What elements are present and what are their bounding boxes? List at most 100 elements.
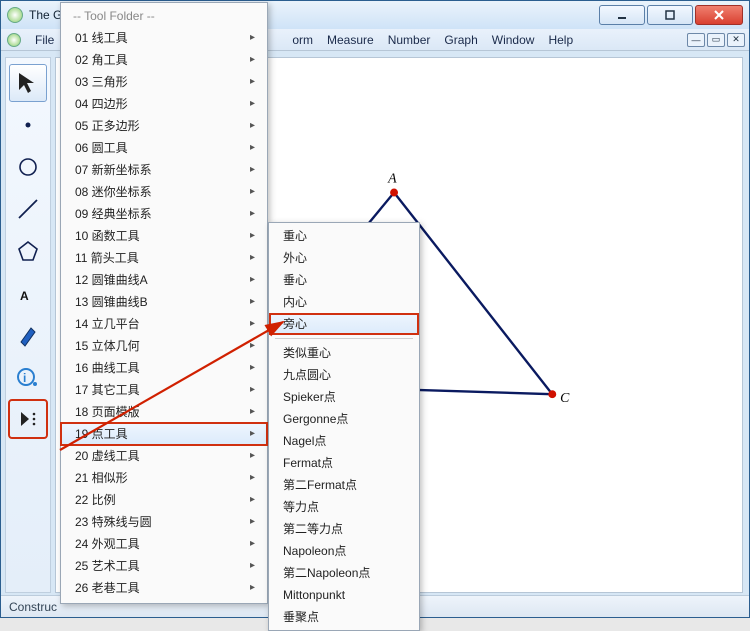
menu-item[interactable]: orm	[292, 33, 313, 47]
menu1-item-label: 25 艺术工具	[75, 558, 140, 574]
menu2-item[interactable]: Spieker点	[269, 386, 419, 408]
close-button[interactable]	[695, 5, 743, 25]
tool-info[interactable]: i	[9, 358, 47, 396]
menu1-item[interactable]: 18 页面模版 ▸	[61, 401, 267, 423]
submenu-arrow-icon: ▸	[250, 404, 255, 420]
menu-item[interactable]: Window	[492, 33, 535, 47]
menu-item[interactable]: Number	[388, 33, 431, 47]
menu1-item[interactable]: 05 正多边形▸	[61, 115, 267, 137]
menu2-item[interactable]: Nagel点	[269, 430, 419, 452]
menu1-item[interactable]: 06 圆工具▸	[61, 137, 267, 159]
vertex-a[interactable]	[390, 189, 398, 197]
menu2-item-label: 第二等力点	[283, 521, 343, 537]
menu2-item[interactable]: 类似重心	[269, 342, 419, 364]
menu2-item[interactable]: 内心	[269, 291, 419, 313]
menu2-item[interactable]: 旁心	[269, 313, 419, 335]
tool-circle[interactable]	[9, 148, 47, 186]
mdi-close-button[interactable]: ✕	[727, 33, 745, 47]
menu2-item[interactable]: 第二等力点	[269, 518, 419, 540]
mdi-restore-button[interactable]: ▭	[707, 33, 725, 47]
menu2-item[interactable]: 第二Fermat点	[269, 474, 419, 496]
tool-polygon[interactable]	[9, 232, 47, 270]
menu1-item[interactable]: 03 三角形▸	[61, 71, 267, 93]
minimize-button[interactable]	[599, 5, 645, 25]
app-icon	[7, 7, 23, 23]
menu-item[interactable]: Measure	[327, 33, 374, 47]
menu2-item[interactable]: Gergonne点	[269, 408, 419, 430]
menu1-item[interactable]: 19 点工具▸	[61, 423, 267, 445]
menu1-item-label: 11 箭头工具	[75, 250, 139, 266]
menu1-item[interactable]: 09 经典坐标系 ▸	[61, 203, 267, 225]
menu1-item[interactable]: 14 立几平台 ▸	[61, 313, 267, 335]
menu1-item[interactable]: 21 相似形▸	[61, 467, 267, 489]
menu1-item[interactable]: 24 外观工具▸	[61, 533, 267, 555]
menu1-item-label: 08 迷你坐标系	[75, 184, 152, 200]
menu1-item[interactable]: 01 线工具▸	[61, 27, 267, 49]
menu1-item[interactable]: 20 虚线工具▸	[61, 445, 267, 467]
submenu-arrow-icon: ▸	[250, 206, 255, 222]
menu1-item[interactable]: 15 立体几何▸	[61, 335, 267, 357]
submenu-arrow-icon: ▸	[250, 316, 255, 332]
menu1-item-label: 10 函数工具	[75, 228, 140, 244]
maximize-button[interactable]	[647, 5, 693, 25]
menu1-item[interactable]: 04 四边形▸	[61, 93, 267, 115]
menu1-item-label: 09 经典坐标系	[75, 206, 152, 222]
tool-custom[interactable]	[9, 400, 47, 438]
menu1-item[interactable]: 25 艺术工具 ▸	[61, 555, 267, 577]
vertex-c[interactable]	[548, 390, 556, 398]
submenu-arrow-icon: ▸	[250, 184, 255, 200]
menu1-item[interactable]: 11 箭头工具▸	[61, 247, 267, 269]
menu1-item[interactable]: 22 比例▸	[61, 489, 267, 511]
menu1-item[interactable]: 08 迷你坐标系 ▸	[61, 181, 267, 203]
submenu-arrow-icon: ▸	[250, 294, 255, 310]
menu1-item[interactable]: 16 曲线工具▸	[61, 357, 267, 379]
menu2-item[interactable]: Fermat点	[269, 452, 419, 474]
menu1-item-label: 17 其它工具	[75, 382, 140, 398]
menu2-item-label: 内心	[283, 294, 307, 310]
menu1-item[interactable]: 12 圆锥曲线A▸	[61, 269, 267, 291]
tool-point[interactable]	[9, 106, 47, 144]
menu2-item[interactable]: 等力点	[269, 496, 419, 518]
point-tool-submenu[interactable]: 重心外心垂心内心旁心类似重心九点圆心Spieker点Gergonne点Nagel…	[268, 222, 420, 631]
tool-folder-menu[interactable]: -- Tool Folder -- 01 线工具▸02 角工具▸03 三角形▸0…	[60, 2, 268, 604]
svg-text:i: i	[23, 371, 26, 385]
menu1-item[interactable]: 02 角工具▸	[61, 49, 267, 71]
menu1-item[interactable]: 07 新新坐标系 ▸	[61, 159, 267, 181]
menu-file[interactable]: File	[35, 33, 54, 47]
menu1-item-label: 20 虚线工具	[75, 448, 140, 464]
submenu-arrow-icon: ▸	[250, 162, 255, 178]
menu2-item[interactable]: 垂心	[269, 269, 419, 291]
menu1-item-label: 03 三角形	[75, 74, 128, 90]
menu1-item[interactable]: 17 其它工具▸	[61, 379, 267, 401]
menu1-item-label: 18 页面模版	[75, 404, 140, 420]
submenu-arrow-icon: ▸	[250, 536, 255, 552]
menu2-item[interactable]: 外心	[269, 247, 419, 269]
menu1-item[interactable]: 23 特殊线与圆▸	[61, 511, 267, 533]
submenu-arrow-icon: ▸	[250, 96, 255, 112]
tool-segment[interactable]	[9, 190, 47, 228]
menu2-item[interactable]: 九点圆心	[269, 364, 419, 386]
menu2-item[interactable]: 垂聚点	[269, 606, 419, 628]
submenu-arrow-icon: ▸	[250, 338, 255, 354]
menu2-item-label: Mittonpunkt	[283, 587, 345, 603]
menu2-item[interactable]: 重心	[269, 225, 419, 247]
menu1-item[interactable]: 26 老巷工具▸	[61, 577, 267, 599]
menu1-item[interactable]: 13 圆锥曲线B▸	[61, 291, 267, 313]
tool-marker[interactable]	[9, 316, 47, 354]
submenu-arrow-icon: ▸	[250, 360, 255, 376]
mdi-minimize-button[interactable]: —	[687, 33, 705, 47]
menu2-item[interactable]: Mittonpunkt	[269, 584, 419, 606]
submenu-arrow-icon: ▸	[250, 558, 255, 574]
menu1-item-label: 14 立几平台	[75, 316, 140, 332]
menu2-item[interactable]: 第二Napoleon点	[269, 562, 419, 584]
submenu-arrow-icon: ▸	[250, 52, 255, 68]
menu1-item-label: 07 新新坐标系	[75, 162, 152, 178]
menu2-item-label: Napoleon点	[283, 543, 346, 559]
menu2-item[interactable]: Napoleon点	[269, 540, 419, 562]
menu2-item-label: 垂心	[283, 272, 307, 288]
tool-arrow[interactable]	[9, 64, 47, 102]
menu-item[interactable]: Graph	[444, 33, 477, 47]
tool-text[interactable]: A	[9, 274, 47, 312]
menu1-item[interactable]: 10 函数工具▸	[61, 225, 267, 247]
menu-item[interactable]: Help	[548, 33, 573, 47]
